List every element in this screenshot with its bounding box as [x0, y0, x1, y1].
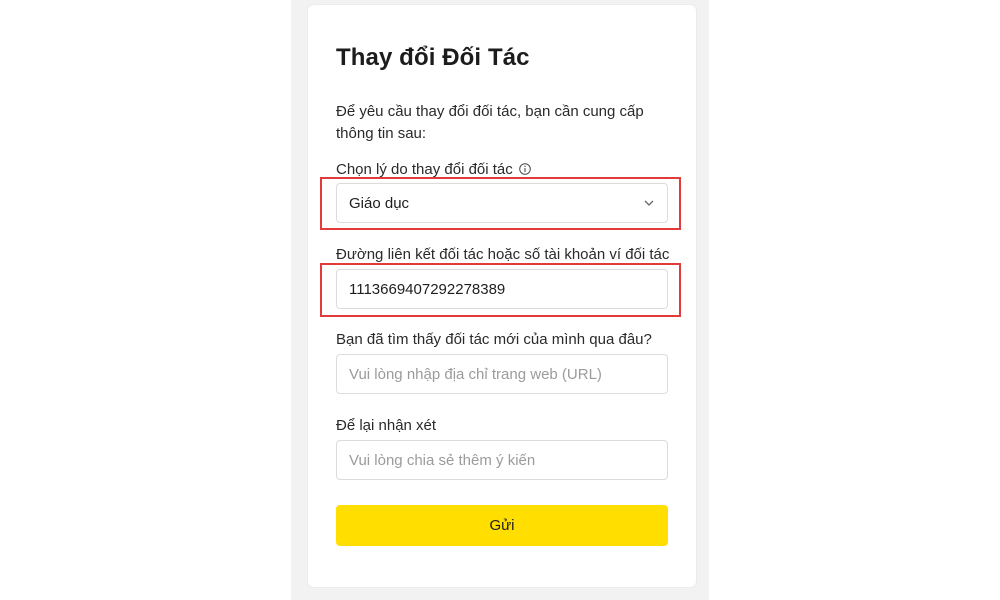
submit-button[interactable]: Gửi — [336, 505, 668, 546]
found-where-label: Bạn đã tìm thấy đối tác mới của mình qua… — [336, 331, 652, 348]
comment-placeholder: Vui lòng chia sẻ thêm ý kiến — [349, 451, 536, 469]
form-intro-text: Để yêu cầu thay đổi đối tác, bạn cần cun… — [336, 103, 644, 142]
info-icon[interactable] — [518, 163, 531, 175]
comment-label: Để lại nhận xét — [336, 417, 437, 434]
reason-label-row: Chọn lý do thay đổi đối tác — [336, 161, 531, 178]
partner-link-label: Đường liên kết đối tác hoặc số tài khoản… — [336, 246, 670, 263]
page-title: Thay đổi Đối Tác — [336, 44, 530, 71]
reason-highlight-box — [320, 177, 681, 230]
comment-input[interactable]: Vui lòng chia sẻ thêm ý kiến — [336, 440, 668, 480]
found-where-input[interactable]: Vui lòng nhập địa chỉ trang web (URL) — [336, 354, 668, 394]
reason-label: Chọn lý do thay đổi đối tác — [336, 161, 513, 178]
partner-link-highlight-box — [320, 263, 681, 317]
found-where-placeholder: Vui lòng nhập địa chỉ trang web (URL) — [349, 365, 602, 383]
